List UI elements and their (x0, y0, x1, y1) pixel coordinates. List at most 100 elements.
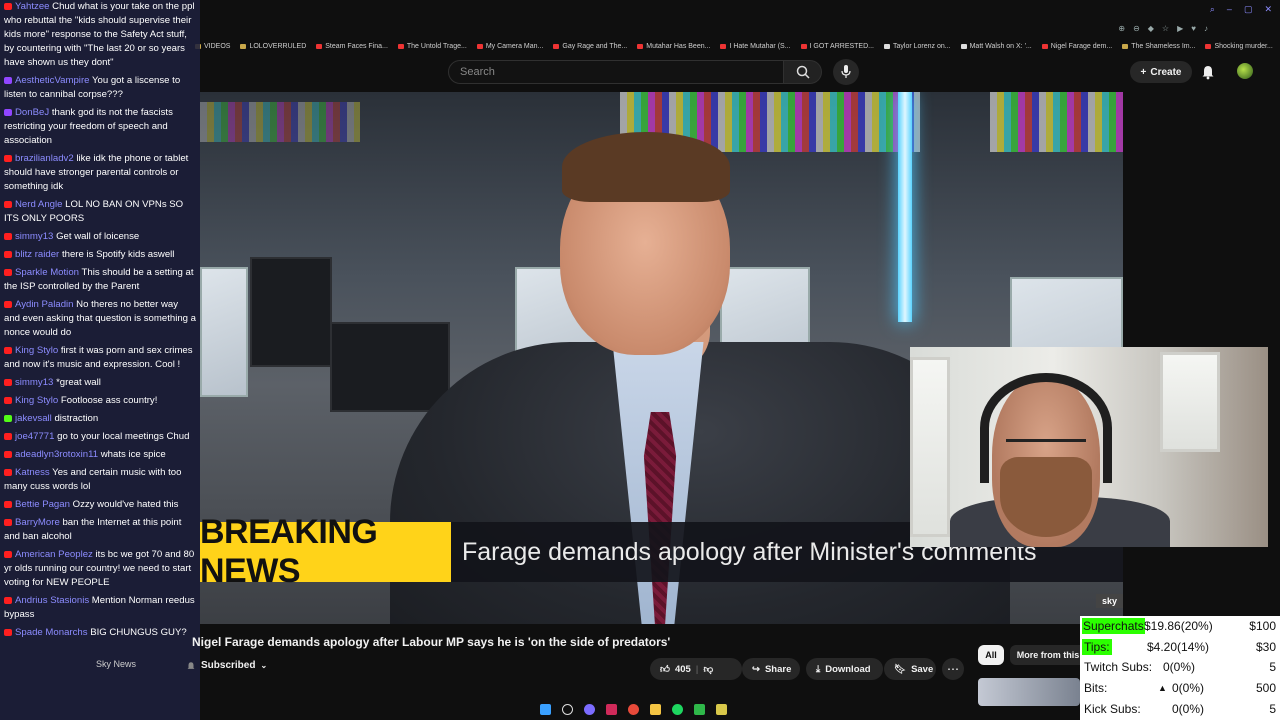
plus-icon: + (1140, 66, 1147, 78)
breaking-news-label: BREAKING NEWS (200, 513, 451, 590)
chat-message: joe47771 go to your local meetings Chud (4, 430, 196, 444)
bookmark-item[interactable]: My Camera Man... (476, 42, 544, 50)
bookmark-item[interactable]: Shocking murder... (1205, 43, 1273, 50)
chat-username: King Stylo (15, 345, 59, 356)
chat-message: AestheticVampire You got a liscense to l… (4, 74, 196, 102)
bookmark-item[interactable]: I GOT ARRESTED... (800, 42, 874, 50)
bookmark-item[interactable]: Matt Walsh on X: '... (960, 43, 1032, 50)
recommended-video-thumbnail[interactable] (978, 678, 1080, 706)
zoom-out-icon[interactable]: ⊖ (1133, 24, 1140, 33)
donation-label: Kick Subs: (1084, 702, 1141, 716)
spotify-icon[interactable] (672, 703, 683, 715)
bookmark-label: My Camera Man... (485, 42, 544, 50)
chat-message: King Stylo Footloose ass country! (4, 394, 196, 408)
create-button[interactable]: + Create (1130, 61, 1192, 83)
bookmark-item[interactable]: LOLOVERRULED (240, 43, 306, 50)
donation-goal: $100 (1249, 619, 1276, 633)
bookmark-item[interactable]: Steam Faces Fina... (316, 43, 388, 50)
more-actions-icon[interactable]: ⋯ (942, 658, 964, 680)
chat-text: distraction (54, 413, 99, 424)
studio-light (898, 92, 912, 322)
bookmark-item[interactable]: VIDEOS (195, 43, 230, 50)
search-input[interactable]: Search (448, 60, 784, 84)
share-label: Share (764, 663, 792, 675)
chat-text: Ozzy would've hated this (72, 499, 179, 510)
chat-username: jakevsall (15, 413, 52, 424)
chat-username: blitz raider (15, 249, 60, 260)
bookmark-icon[interactable]: ☆ (1162, 24, 1169, 33)
bookmark-item[interactable]: Taylor Lorenz on... (884, 43, 951, 50)
app-icon[interactable] (584, 703, 595, 715)
audio-icon[interactable]: ♪ (1204, 24, 1208, 33)
zoom-icon[interactable]: ⊕ (1118, 24, 1125, 33)
search-placeholder: Search (460, 66, 495, 78)
bookmark-label: Nigel Farage dem... (1050, 42, 1113, 50)
streamer-webcam (910, 347, 1268, 547)
bookmark-label: I GOT ARRESTED... (809, 42, 874, 50)
chat-message: blitz raider there is Spotify kids aswel… (4, 248, 196, 262)
youtube-icon (553, 43, 560, 49)
chat-username: Katness (15, 467, 50, 478)
chat-username: Nerd Angle (15, 199, 63, 210)
xbox-icon[interactable] (694, 703, 705, 715)
subscribed-button[interactable]: Subscribed ⌄ (186, 660, 267, 671)
bits-icon: ▲ (1158, 683, 1167, 693)
thumbs-down-icon[interactable]: 👎︎ (703, 663, 713, 675)
donation-value: $4.20(14%) (1147, 640, 1210, 654)
like-count[interactable]: 405 (675, 664, 691, 675)
search-button[interactable] (784, 60, 822, 84)
bookmark-item[interactable]: The Untold Trage... (397, 43, 467, 50)
folder-icon[interactable] (650, 703, 661, 715)
youtube-icon (316, 43, 323, 49)
headset-icon (980, 373, 1112, 483)
thumbs-up-icon[interactable]: 👍︎ (660, 663, 670, 675)
donation-row-bits: Bits: ▲ 0(0%) 500 (1080, 678, 1280, 698)
donation-row-twitch-subs: Twitch Subs: 0(0%) 5 (1080, 657, 1280, 677)
bookmark-item[interactable]: The Shameless Im... (1122, 43, 1195, 50)
chat-username: King Stylo (15, 395, 59, 406)
download-button[interactable]: ⤓ Download (806, 658, 883, 680)
notifications-bell-icon[interactable] (1200, 64, 1216, 80)
heart-icon[interactable]: ♥ (1191, 24, 1196, 33)
donation-row-tips: Tips: $4.20(14%) $30 (1080, 637, 1280, 657)
play-icon[interactable]: ▶ (1177, 24, 1183, 33)
bookmark-item[interactable]: Nigel Farage dem... (1041, 42, 1113, 50)
bookmark-item[interactable]: Mutahar Has Been... (637, 43, 710, 50)
start-menu-icon[interactable] (540, 703, 551, 715)
chat-username: BarryMore (15, 517, 60, 528)
chat-message: DonBeJ thank god its not the fascists re… (4, 106, 196, 148)
chat-text: there is Spotify kids aswell (61, 249, 175, 260)
youtube-icon (4, 233, 12, 240)
channel-name[interactable]: Sky News (96, 659, 136, 669)
voice-search-button[interactable] (833, 59, 859, 85)
app-icon[interactable] (716, 703, 727, 715)
account-avatar[interactable] (1237, 63, 1253, 79)
search-icon[interactable]: ⌕ (1210, 4, 1215, 15)
donation-goal: $30 (1255, 640, 1276, 654)
chip-all[interactable]: All (978, 645, 1004, 665)
kick-icon (4, 415, 12, 422)
share-button[interactable]: ↪ Share (742, 658, 800, 680)
like-dislike-group: 👍︎ 405 | 👎︎ (650, 658, 742, 680)
chat-text: BIG CHUNGUS GUY? (90, 627, 187, 638)
chat-message: Sparkle Motion This should be a setting … (4, 266, 196, 294)
search-icon[interactable] (562, 703, 573, 715)
extension-icon[interactable]: ◆ (1148, 24, 1154, 33)
close-icon[interactable]: ✕ (1264, 4, 1272, 15)
youtube-icon (4, 519, 12, 526)
browser-toolbar-icons: ⊕ ⊖ ◆ ☆ ▶ ♥ ♪ (1118, 24, 1208, 33)
app-icon[interactable] (606, 703, 617, 715)
browser-icon[interactable] (628, 703, 639, 715)
minimize-icon[interactable]: – (1227, 4, 1232, 15)
youtube-icon (4, 597, 12, 604)
bookmark-item[interactable]: Gay Rage and The... (553, 43, 627, 50)
save-button[interactable]: 🔖︎ Save (884, 658, 936, 680)
youtube-icon (4, 3, 12, 10)
bookmark-item[interactable]: I Hate Mutahar (S... (720, 43, 791, 50)
chat-username: joe47771 (15, 431, 55, 442)
live-chat-overlay: Yahtzee Chud what is your take on the pp… (0, 0, 200, 720)
restore-icon[interactable]: ▢ (1244, 4, 1253, 15)
donation-value: $19.86(20%) (1144, 619, 1213, 633)
window-frame (910, 357, 950, 537)
chip-more-from-channel[interactable]: More from this (1010, 645, 1086, 665)
